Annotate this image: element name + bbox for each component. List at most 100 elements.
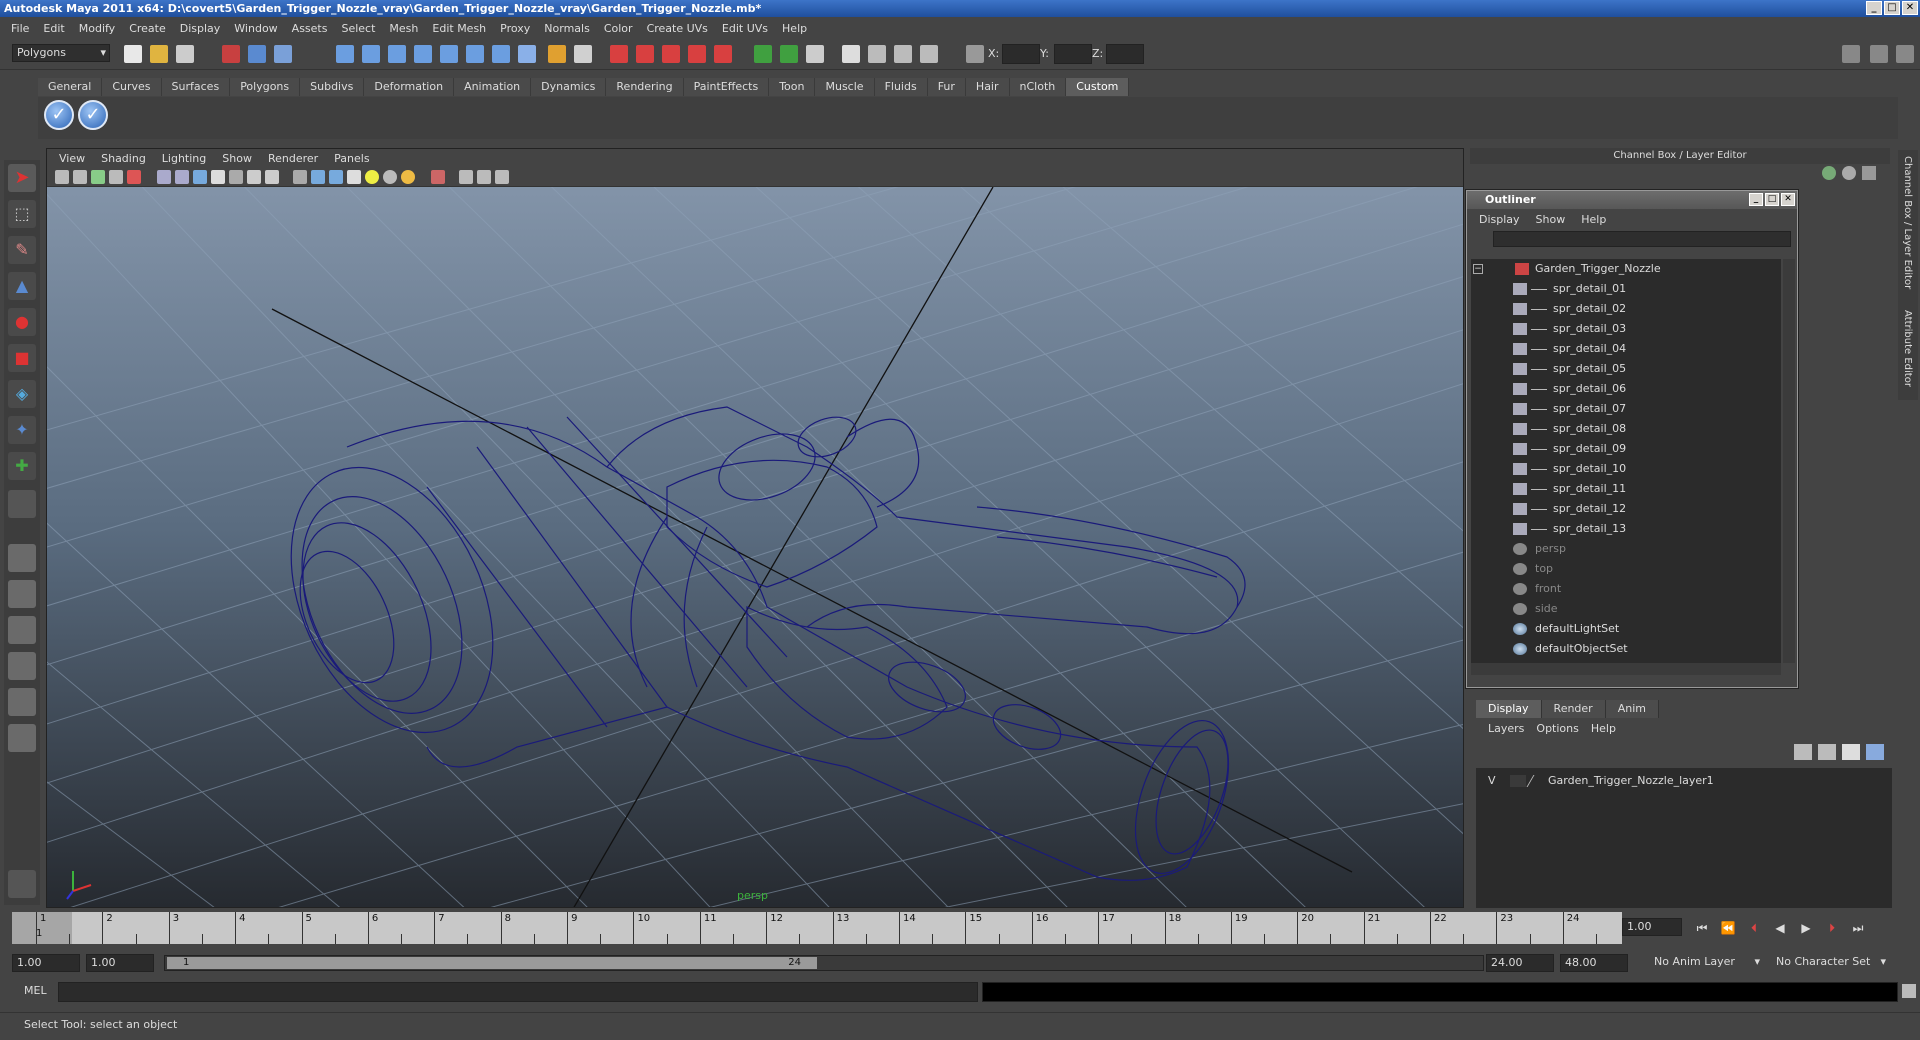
single-pane-layout-icon[interactable] xyxy=(8,544,36,572)
resolution-gate-icon[interactable] xyxy=(477,170,491,184)
y-field[interactable] xyxy=(1054,44,1092,64)
menu-window[interactable]: Window xyxy=(227,22,284,35)
camera-icon[interactable] xyxy=(55,170,69,184)
outliner-root-row[interactable]: − Garden_Trigger_Nozzle xyxy=(1471,259,1781,279)
xray-icon[interactable] xyxy=(265,170,279,184)
list-item[interactable]: spr_detail_11 xyxy=(1471,479,1781,499)
list-item[interactable]: side xyxy=(1471,599,1781,619)
vp-menu-show[interactable]: Show xyxy=(214,152,260,165)
snap-point-icon[interactable] xyxy=(388,45,406,63)
list-item[interactable]: spr_detail_03 xyxy=(1471,319,1781,339)
output-ops-icon[interactable] xyxy=(780,45,798,63)
time-slider[interactable]: 1 1 2 3 4 5 6 7 8 9 10 11 12 13 14 15 16 17 18 19 20 21 22 23 2… xyxy=(12,912,1622,944)
start-time-field[interactable]: 1.00 xyxy=(12,954,80,972)
layer-menu-help[interactable]: Help xyxy=(1585,722,1622,735)
channels-icon[interactable] xyxy=(1822,166,1836,180)
bounding-box-icon[interactable] xyxy=(311,170,325,184)
shelf-tab-ncloth[interactable]: nCloth xyxy=(1009,78,1067,96)
four-pane-layout-icon[interactable] xyxy=(8,580,36,608)
list-item[interactable]: spr_detail_05 xyxy=(1471,359,1781,379)
x-field[interactable] xyxy=(1002,44,1040,64)
list-item[interactable]: spr_detail_10 xyxy=(1471,459,1781,479)
list-item[interactable]: spr_detail_04 xyxy=(1471,339,1781,359)
character-set-dropdown[interactable]: No Character Set ▾ xyxy=(1772,954,1888,972)
layout-icon[interactable] xyxy=(1842,45,1860,63)
menu-edit-uvs[interactable]: Edit UVs xyxy=(715,22,775,35)
menu-help[interactable]: Help xyxy=(775,22,814,35)
uv-layout-icon[interactable] xyxy=(8,724,36,752)
list-item[interactable]: spr_detail_09 xyxy=(1471,439,1781,459)
maximize-button[interactable]: □ xyxy=(1884,1,1900,15)
layer-visibility-toggle[interactable]: V xyxy=(1488,772,1496,790)
shelf-tab-custom[interactable]: Custom xyxy=(1066,78,1130,96)
menu-normals[interactable]: Normals xyxy=(537,22,597,35)
lasso-tool-icon[interactable]: ⬚ xyxy=(8,200,36,228)
step-back-key-icon[interactable]: ⏪ xyxy=(1718,920,1738,936)
render-current-icon[interactable] xyxy=(868,45,886,63)
snap-magnet-icon[interactable] xyxy=(636,45,654,63)
play-backwards-icon[interactable]: ◀ xyxy=(1770,920,1790,936)
range-slider[interactable]: 1 24 xyxy=(164,955,1484,971)
move-layer-up-icon[interactable] xyxy=(1794,744,1812,760)
snap-plane-icon[interactable] xyxy=(414,45,432,63)
pin-icon[interactable] xyxy=(1862,166,1876,180)
checkmark-icon[interactable]: ✓ xyxy=(78,100,108,130)
shelf-tab-deformation[interactable]: Deformation xyxy=(364,78,455,96)
lights-icon[interactable] xyxy=(229,170,243,184)
snap-grid-icon[interactable] xyxy=(336,45,354,63)
cube-icon[interactable] xyxy=(329,170,343,184)
layer-menu-options[interactable]: Options xyxy=(1530,722,1584,735)
tab-anim[interactable]: Anim xyxy=(1605,700,1659,718)
wireframe-icon[interactable] xyxy=(157,170,171,184)
list-item[interactable]: spr_detail_06 xyxy=(1471,379,1781,399)
list-item[interactable]: front xyxy=(1471,579,1781,599)
layer-row[interactable]: V Garden_Trigger_Nozzle_layer1 xyxy=(1476,772,1892,790)
manipulator-icon[interactable]: ◈ xyxy=(8,380,36,408)
play-forwards-icon[interactable]: ▶ xyxy=(1796,920,1816,936)
vp-menu-lighting[interactable]: Lighting xyxy=(154,152,214,165)
layer-icon[interactable] xyxy=(1842,166,1856,180)
list-item[interactable]: top xyxy=(1471,559,1781,579)
save-scene-icon[interactable] xyxy=(176,45,194,63)
vp-menu-renderer[interactable]: Renderer xyxy=(260,152,326,165)
step-back-frame-icon[interactable]: ⏴ xyxy=(1744,920,1764,936)
menu-assets[interactable]: Assets xyxy=(285,22,335,35)
range-slider-handle[interactable]: 1 24 xyxy=(167,957,817,969)
ambient-light-icon[interactable] xyxy=(383,170,397,184)
camera-attr-icon[interactable] xyxy=(73,170,87,184)
perspective-viewport[interactable]: View Shading Lighting Show Renderer Pane… xyxy=(46,148,1464,908)
menu-display[interactable]: Display xyxy=(173,22,228,35)
last-tool-icon[interactable] xyxy=(8,490,36,518)
history-icon[interactable] xyxy=(466,45,484,63)
menu-edit[interactable]: Edit xyxy=(36,22,71,35)
vp-menu-shading[interactable]: Shading xyxy=(93,152,154,165)
grid-toggle-icon[interactable] xyxy=(127,170,141,184)
hypershade-layout-icon[interactable] xyxy=(8,688,36,716)
select-by-object-icon[interactable] xyxy=(248,45,266,63)
z-field[interactable] xyxy=(1106,44,1144,64)
tab-display[interactable]: Display xyxy=(1476,700,1542,718)
shelf-tab-dynamics[interactable]: Dynamics xyxy=(531,78,607,96)
new-scene-icon[interactable] xyxy=(124,45,142,63)
outliner-menu-help[interactable]: Help xyxy=(1573,213,1614,226)
playback-start-field[interactable]: 1.00 xyxy=(86,954,154,972)
attribute-editor-icon[interactable] xyxy=(1870,45,1888,63)
snap-vertex-icon[interactable] xyxy=(662,45,680,63)
construction-history-icon[interactable] xyxy=(806,45,824,63)
vp-menu-panels[interactable]: Panels xyxy=(326,152,377,165)
collapse-toggle-icon[interactable]: − xyxy=(1473,264,1483,274)
help-icon[interactable] xyxy=(518,45,536,63)
close-button[interactable]: ✕ xyxy=(1902,1,1918,15)
move-layer-down-icon[interactable] xyxy=(1818,744,1836,760)
paint-select-icon[interactable]: ✎ xyxy=(8,236,36,264)
vp-menu-view[interactable]: View xyxy=(51,152,93,165)
ipr-render-icon[interactable] xyxy=(894,45,912,63)
checkmark-icon[interactable]: ✓ xyxy=(44,100,74,130)
show-manip-icon[interactable]: ✚ xyxy=(8,452,36,480)
shelf-tab-toon[interactable]: Toon xyxy=(769,78,816,96)
list-item[interactable]: defaultLightSet xyxy=(1471,619,1781,639)
list-item[interactable]: defaultObjectSet xyxy=(1471,639,1781,659)
snap-view-icon[interactable] xyxy=(714,45,732,63)
minimize-button[interactable]: _ xyxy=(1866,1,1882,15)
shelf-tab-polygons[interactable]: Polygons xyxy=(230,78,301,96)
